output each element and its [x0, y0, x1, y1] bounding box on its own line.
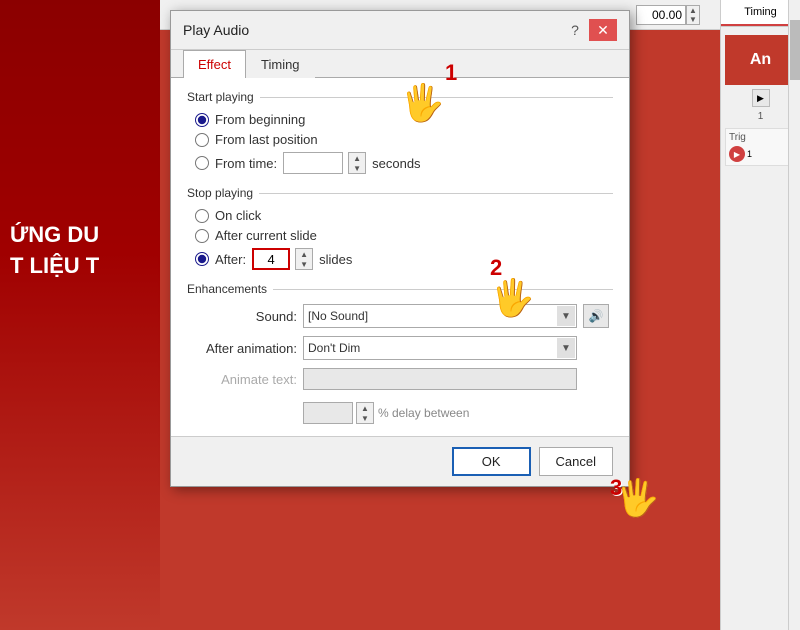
radio-after-slides-input[interactable]: [195, 252, 209, 266]
stop-playing-label: Stop playing: [187, 186, 613, 200]
dialog-tabs: Effect Timing: [171, 50, 629, 78]
dialog-body: Start playing From beginning From last p…: [171, 78, 629, 437]
dialog-titlebar: Play Audio ? ✕: [171, 11, 629, 50]
dialog-footer: OK Cancel: [171, 437, 629, 486]
sound-field-label: Sound:: [187, 309, 297, 324]
radio-after-current-label: After current slide: [215, 228, 317, 243]
slides-label: slides: [319, 252, 352, 267]
percent-input[interactable]: [303, 402, 353, 424]
sound-select[interactable]: [No Sound]: [303, 304, 577, 328]
animate-text-input[interactable]: [303, 368, 577, 390]
percent-down-btn[interactable]: ▼: [357, 413, 373, 423]
radio-from-beginning-input[interactable]: [195, 113, 209, 127]
ok-button[interactable]: OK: [452, 447, 531, 476]
percent-row: ▲ ▼ % delay between: [303, 402, 577, 424]
radio-on-click: On click: [195, 208, 613, 223]
radio-from-time-input[interactable]: [195, 156, 209, 170]
radio-on-click-label: On click: [215, 208, 261, 223]
radio-from-last: From last position: [195, 132, 613, 147]
enhancements-label: Enhancements: [187, 282, 613, 296]
enhancements-grid: Sound: [No Sound] ▼ 🔊 After animation: D…: [187, 304, 613, 424]
after-up-btn[interactable]: ▲: [296, 249, 312, 259]
sound-select-wrapper: [No Sound] ▼: [303, 304, 577, 328]
after-anim-field-label: After animation:: [187, 341, 297, 356]
radio-from-last-input[interactable]: [195, 133, 209, 147]
time-down-btn[interactable]: ▼: [349, 163, 365, 173]
animate-text-field-label: Animate text:: [187, 372, 297, 387]
after-anim-select[interactable]: Don't Dim: [303, 336, 577, 360]
percent-spinner: ▲ ▼: [356, 402, 374, 424]
time-up-btn[interactable]: ▲: [349, 153, 365, 163]
from-time-spinner: ▲ ▼: [348, 152, 366, 174]
radio-from-beginning: From beginning: [195, 112, 613, 127]
after-slides-spinner: ▲ ▼: [295, 248, 313, 270]
after-anim-select-wrapper: Don't Dim ▼: [303, 336, 577, 360]
sound-icon: 🔊: [589, 309, 604, 323]
start-playing-group: From beginning From last position From t…: [187, 112, 613, 174]
help-button[interactable]: ?: [565, 20, 585, 40]
sound-preview-button[interactable]: 🔊: [583, 304, 609, 328]
tab-timing[interactable]: Timing: [246, 50, 315, 78]
seconds-label: seconds: [372, 156, 420, 171]
percent-label: % delay between: [378, 406, 469, 420]
start-playing-label: Start playing: [187, 90, 613, 104]
cancel-button[interactable]: Cancel: [539, 447, 613, 476]
play-audio-dialog: Play Audio ? ✕ Effect Timing Start playi…: [170, 10, 630, 487]
from-time-input[interactable]: [283, 152, 343, 174]
stop-playing-group: On click After current slide After: ▲ ▼ …: [187, 208, 613, 270]
dialog-title: Play Audio: [183, 22, 249, 38]
titlebar-buttons: ? ✕: [565, 19, 617, 41]
radio-on-click-input[interactable]: [195, 209, 209, 223]
radio-after-slides-label: After:: [215, 252, 246, 267]
close-button[interactable]: ✕: [589, 19, 617, 41]
radio-after-current: After current slide: [195, 228, 613, 243]
after-down-btn[interactable]: ▼: [296, 259, 312, 269]
radio-from-beginning-label: From beginning: [215, 112, 305, 127]
radio-after-slides: After: ▲ ▼ slides: [195, 248, 613, 270]
radio-from-time-label: From time:: [215, 156, 277, 171]
dialog-overlay: Play Audio ? ✕ Effect Timing Start playi…: [0, 0, 800, 630]
percent-up-btn[interactable]: ▲: [357, 403, 373, 413]
radio-after-current-input[interactable]: [195, 229, 209, 243]
radio-from-time: From time: ▲ ▼ seconds: [195, 152, 613, 174]
after-slides-input[interactable]: [252, 248, 290, 270]
radio-from-last-label: From last position: [215, 132, 318, 147]
tab-effect[interactable]: Effect: [183, 50, 246, 78]
